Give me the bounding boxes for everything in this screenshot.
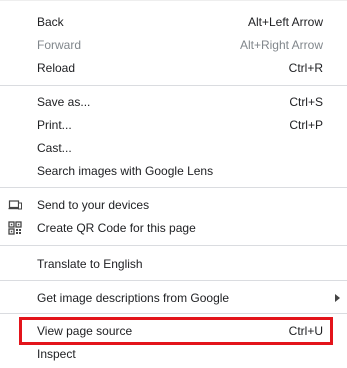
menu-item-label: Send to your devices: [37, 198, 150, 212]
qr-code-icon: [8, 221, 22, 235]
menu-item-shortcut: Ctrl+U: [288, 324, 323, 338]
menu-item-reload[interactable]: Reload Ctrl+R: [0, 57, 347, 79]
menu-item-label: Forward: [37, 38, 82, 52]
menu-item-translate[interactable]: Translate to English: [0, 253, 347, 275]
menu-item-label: Cast...: [37, 141, 72, 155]
menu-separator: [0, 313, 347, 314]
menu-item-image-descriptions[interactable]: Get image descriptions from Google: [0, 287, 347, 309]
menu-item-forward[interactable]: Forward Alt+Right Arrow: [0, 34, 347, 56]
menu-item-label: Save as...: [37, 95, 91, 109]
menu-separator: [0, 187, 347, 188]
menu-item-label: View page source: [37, 324, 133, 338]
device-icon: [8, 200, 22, 210]
menu-item-shortcut: Alt+Right Arrow: [239, 38, 323, 52]
menu-separator: [0, 245, 347, 246]
menu-item-view-page-source[interactable]: View page source Ctrl+U: [0, 320, 347, 342]
menu-item-back[interactable]: Back Alt+Left Arrow: [0, 11, 347, 33]
menu-item-label: Create QR Code for this page: [37, 221, 196, 235]
menu-item-cast[interactable]: Cast...: [0, 137, 347, 159]
menu-item-create-qr-code[interactable]: Create QR Code for this page: [0, 217, 347, 239]
menu-item-label: Translate to English: [37, 257, 143, 271]
menu-item-google-lens[interactable]: Search images with Google Lens: [0, 160, 347, 182]
menu-item-shortcut: Ctrl+R: [288, 61, 323, 75]
menu-item-label: Back: [37, 15, 64, 29]
menu-item-inspect[interactable]: Inspect: [0, 343, 347, 365]
menu-item-shortcut: Ctrl+S: [289, 95, 323, 109]
menu-item-label: Print...: [37, 118, 72, 132]
menu-separator: [0, 280, 347, 281]
context-menu: Back Alt+Left Arrow Forward Alt+Right Ar…: [0, 0, 347, 368]
menu-item-label: Get image descriptions from Google: [37, 291, 230, 305]
menu-item-send-to-devices[interactable]: Send to your devices: [0, 194, 347, 216]
menu-item-shortcut: Alt+Left Arrow: [247, 15, 323, 29]
submenu-arrow-icon: [335, 294, 340, 302]
menu-item-print[interactable]: Print... Ctrl+P: [0, 114, 347, 136]
menu-separator: [0, 85, 347, 86]
menu-item-label: Reload: [37, 61, 76, 75]
menu-item-shortcut: Ctrl+P: [289, 118, 323, 132]
menu-item-label: Inspect: [37, 347, 76, 361]
menu-top-border: [0, 0, 347, 1]
menu-item-label: Search images with Google Lens: [37, 164, 214, 178]
menu-item-save-as[interactable]: Save as... Ctrl+S: [0, 91, 347, 113]
